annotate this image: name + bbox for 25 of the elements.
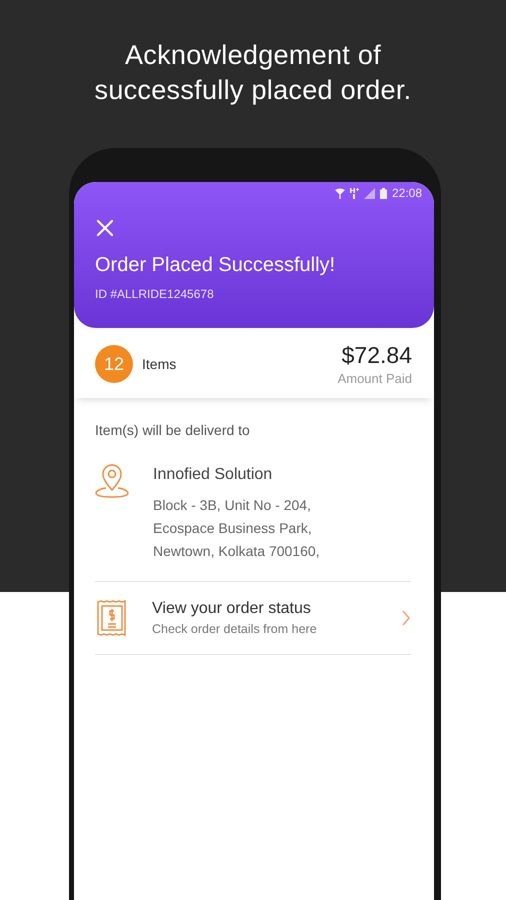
amount-label: Amount Paid: [338, 371, 412, 386]
order-status-subtitle: Check order details from here: [152, 622, 318, 636]
chevron-right-icon: [401, 609, 411, 627]
headline: Acknowledgement of: [124, 39, 382, 72]
address-line: Newtown, Kolkata 700160,: [153, 542, 320, 561]
order-status-row[interactable]: View your order status Check order details from here: [95, 582, 411, 655]
amount: $72.84: [342, 342, 412, 369]
battery-icon: [380, 188, 387, 198]
signal-icon: [364, 188, 375, 198]
item-count: 12: [95, 345, 133, 383]
location-pin-icon: [95, 462, 129, 498]
headline: successfully placed order.: [94, 74, 412, 107]
close-icon[interactable]: [95, 218, 115, 238]
order-title: Order Placed Successfully!: [95, 254, 336, 277]
wifi-icon: [334, 188, 345, 198]
delivery-heading: Item(s) will be deliverd to: [95, 422, 251, 438]
receipt-icon: [97, 600, 127, 636]
address-name: Innofied Solution: [153, 466, 274, 484]
network-icon: [350, 187, 359, 199]
status-time: 22:08: [392, 186, 422, 200]
address-line: Block - 3B, Unit No - 204,: [153, 496, 312, 515]
order-status-title: View your order status: [152, 600, 312, 618]
address-line: Ecospace Business Park,: [153, 519, 313, 538]
items-label: Items: [142, 356, 176, 372]
order-id: ID #ALLRIDE1245678: [95, 287, 215, 301]
